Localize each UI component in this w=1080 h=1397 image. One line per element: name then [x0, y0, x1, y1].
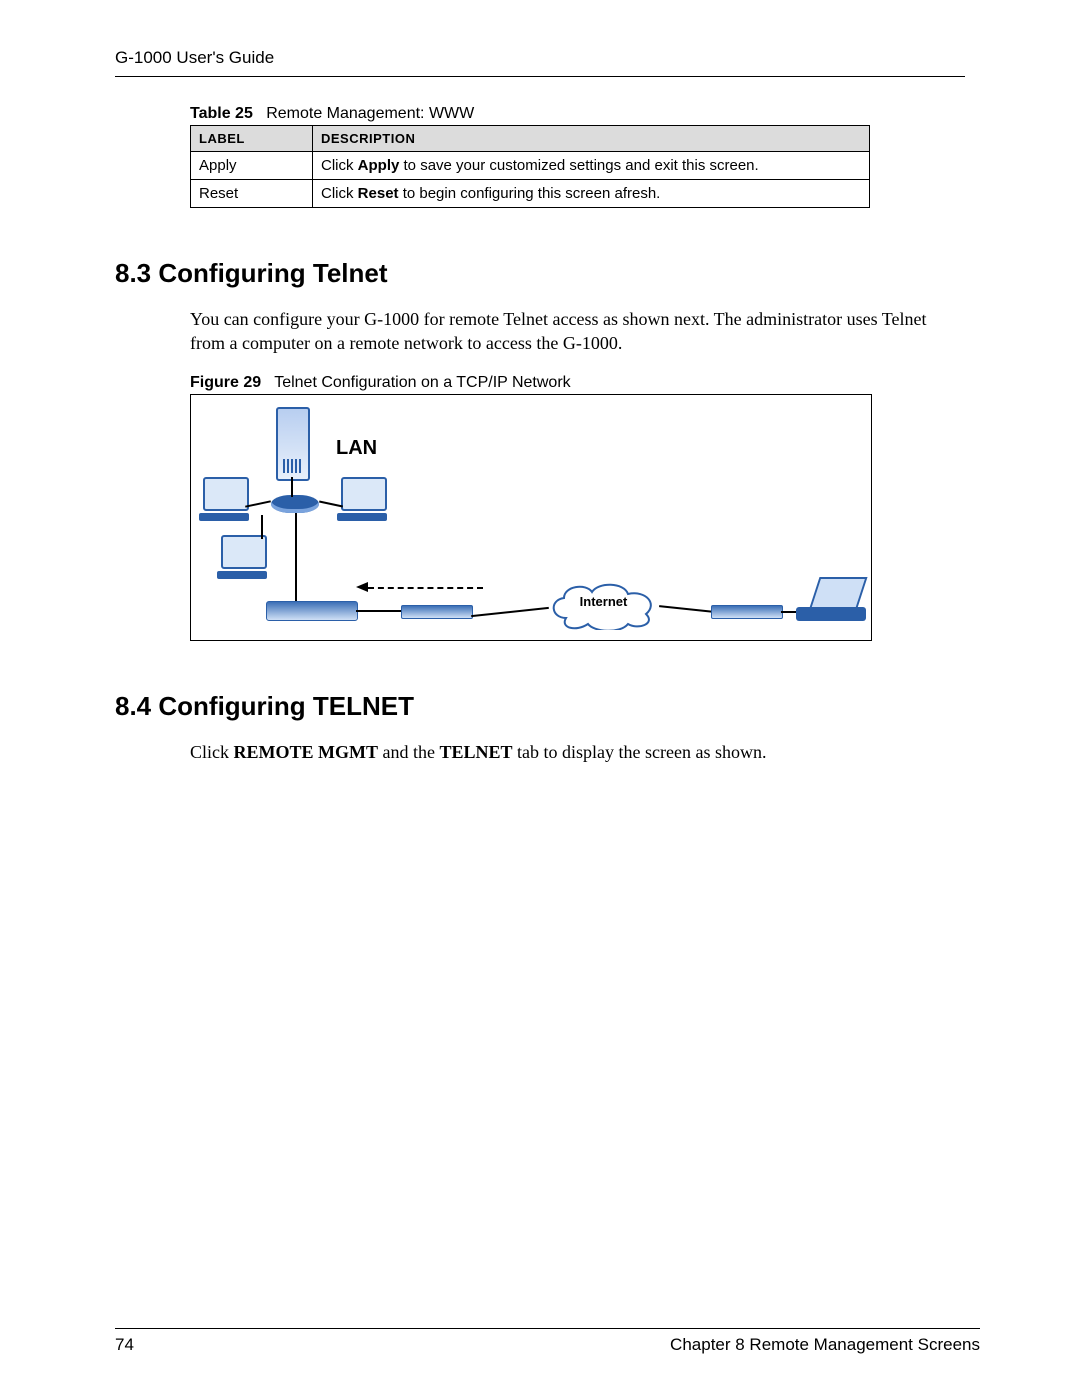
- pc-icon: [203, 477, 249, 521]
- running-header: G-1000 User's Guide: [115, 48, 965, 77]
- cable-icon: [319, 500, 343, 507]
- laptop-icon: [796, 583, 866, 623]
- cell-label: Reset: [191, 180, 313, 208]
- dashed-arrow-icon: [368, 587, 483, 589]
- cell-description: Click Apply to save your customized sett…: [313, 152, 870, 180]
- paragraph-8-4: Click REMOTE MGMT and the TELNET tab to …: [190, 740, 965, 764]
- table-25: LABEL DESCRIPTION Apply Click Apply to s…: [190, 125, 870, 208]
- cable-icon: [295, 513, 297, 601]
- cable-icon: [659, 605, 714, 613]
- table-25-number: Table 25: [190, 105, 253, 122]
- table-header-description: DESCRIPTION: [313, 126, 870, 152]
- cable-icon: [356, 610, 401, 612]
- table-row: Apply Click Apply to save your customize…: [191, 152, 870, 180]
- paragraph-8-3: You can configure your G-1000 for remote…: [190, 307, 965, 356]
- cable-icon: [291, 477, 293, 497]
- hub-icon: [271, 495, 319, 513]
- figure-29-title: Telnet Configuration on a TCP/IP Network: [274, 374, 570, 391]
- cell-label: Apply: [191, 152, 313, 180]
- heading-8-4: 8.4 Configuring TELNET: [115, 691, 965, 722]
- cable-icon: [261, 515, 263, 539]
- router-icon: [266, 601, 358, 621]
- chapter-title: Chapter 8 Remote Management Screens: [670, 1335, 980, 1355]
- server-tower-icon: [276, 407, 310, 481]
- internet-cloud-icon: Internet: [546, 580, 661, 625]
- lan-label: LAN: [336, 437, 377, 460]
- pc-icon: [221, 535, 267, 579]
- heading-8-3: 8.3 Configuring Telnet: [115, 258, 965, 289]
- internet-label: Internet: [546, 594, 661, 609]
- table-25-caption: Table 25 Remote Management: WWW: [190, 105, 965, 123]
- modem-icon: [711, 605, 783, 619]
- table-header-label: LABEL: [191, 126, 313, 152]
- figure-29-number: Figure 29: [190, 374, 261, 391]
- arrow-left-icon: [356, 582, 368, 592]
- pc-icon: [341, 477, 387, 521]
- figure-29-diagram: LAN: [190, 394, 872, 641]
- table-25-title: Remote Management: WWW: [266, 105, 474, 122]
- page-footer: 74 Chapter 8 Remote Management Screens: [115, 1328, 980, 1355]
- figure-29-caption: Figure 29 Telnet Configuration on a TCP/…: [190, 374, 965, 392]
- table-row: Reset Click Reset to begin configuring t…: [191, 180, 870, 208]
- cable-icon: [471, 607, 549, 617]
- page-number: 74: [115, 1335, 134, 1355]
- modem-icon: [401, 605, 473, 619]
- cell-description: Click Reset to begin configuring this sc…: [313, 180, 870, 208]
